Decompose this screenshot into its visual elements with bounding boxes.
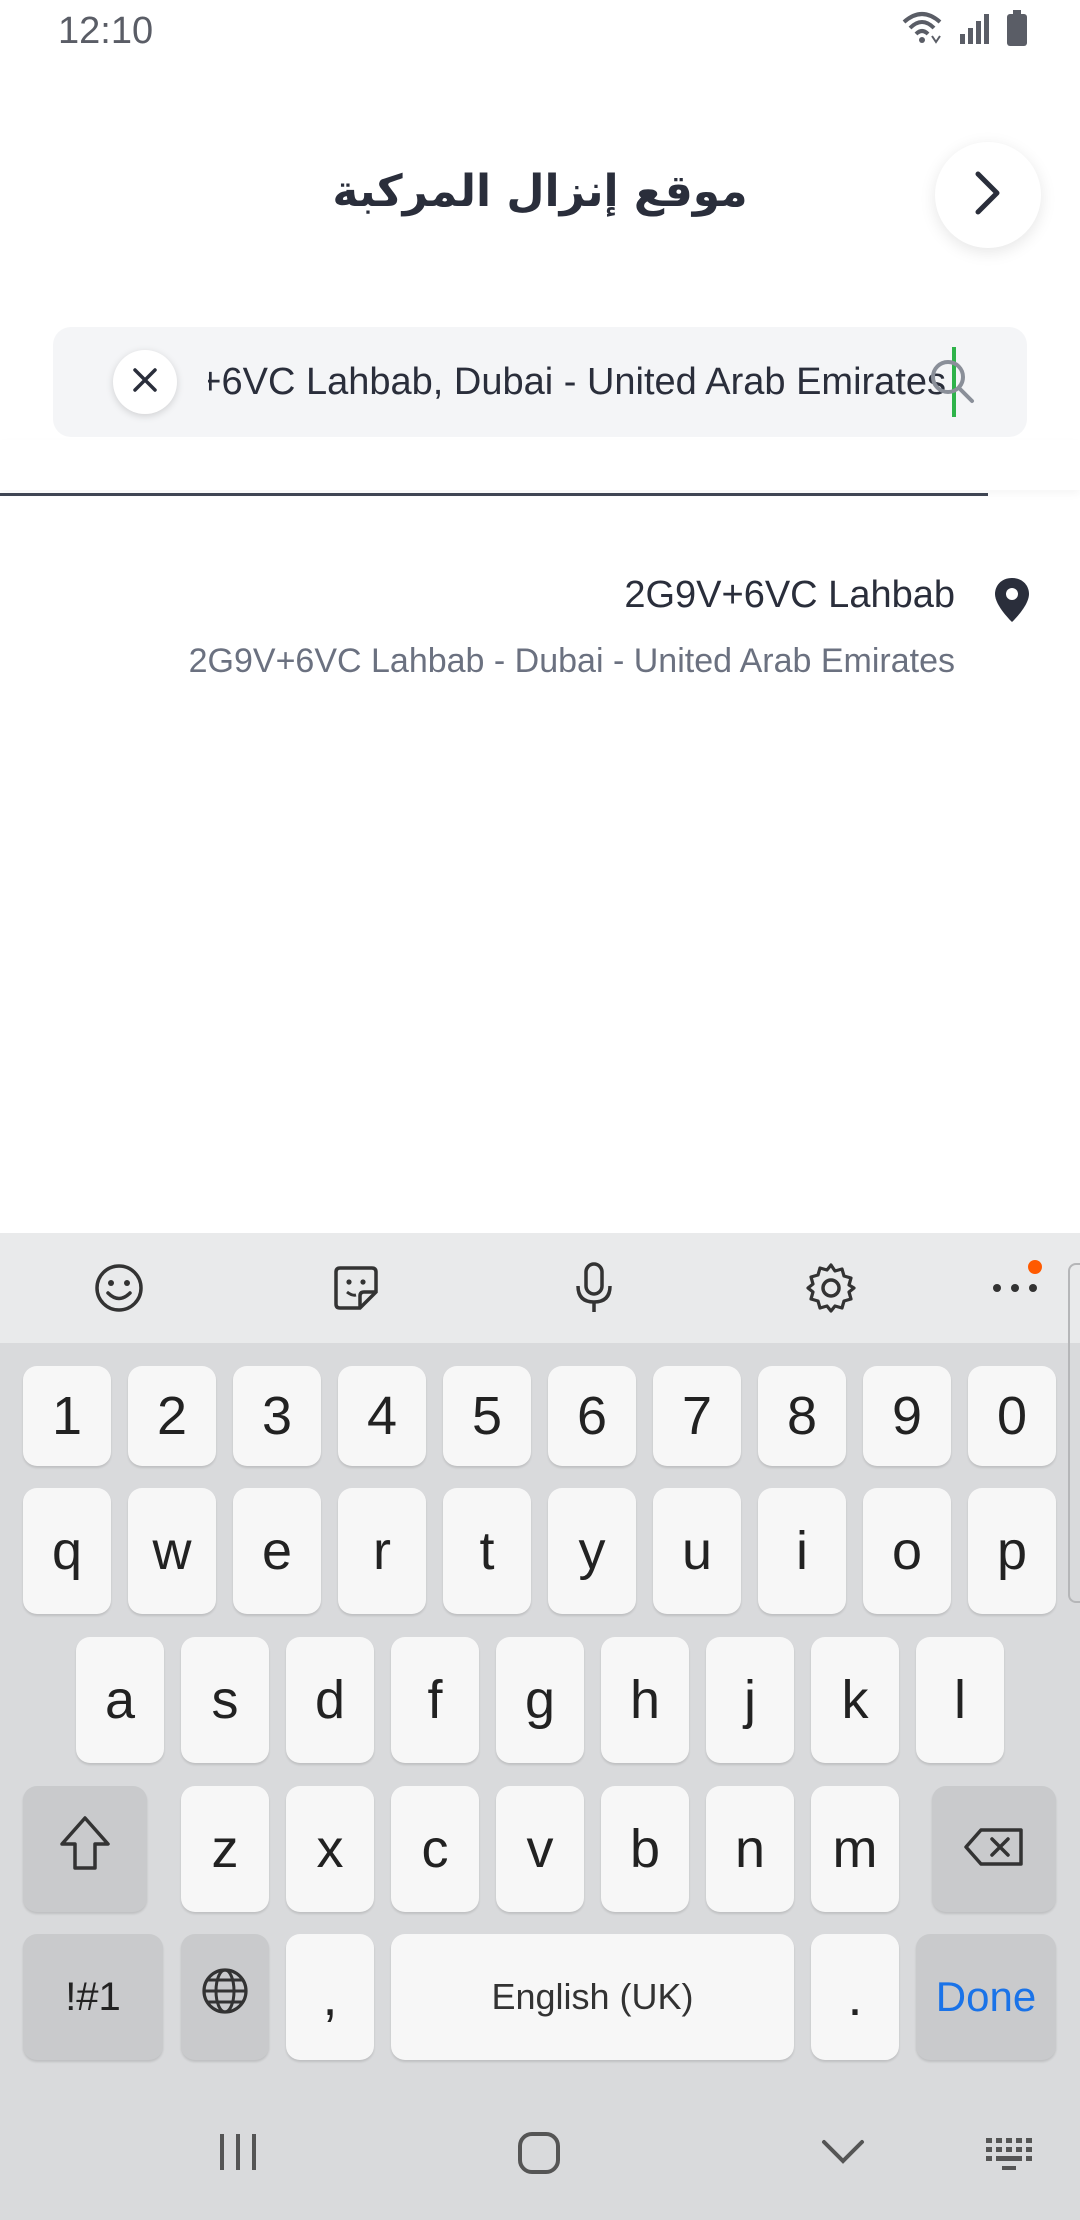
shift-key[interactable]: [23, 1786, 147, 1912]
hide-keyboard-icon[interactable]: [820, 2130, 866, 2174]
home-icon[interactable]: [516, 2130, 562, 2176]
key-k[interactable]: k: [811, 1637, 899, 1763]
key-w[interactable]: w: [128, 1488, 216, 1614]
key-o[interactable]: o: [863, 1488, 951, 1614]
symbols-key[interactable]: !#1: [23, 1934, 163, 2060]
key-3[interactable]: 3: [233, 1366, 321, 1466]
key-z[interactable]: z: [181, 1786, 269, 1912]
key-l[interactable]: l: [916, 1637, 1004, 1763]
key-q[interactable]: q: [23, 1488, 111, 1614]
done-key[interactable]: Done: [916, 1934, 1056, 2060]
key-y[interactable]: y: [548, 1488, 636, 1614]
key-5[interactable]: 5: [443, 1366, 531, 1466]
status-time: 12:10: [58, 10, 154, 52]
key-s[interactable]: s: [181, 1637, 269, 1763]
navigation-bar: [0, 2100, 1080, 2220]
keyboard-switch-icon[interactable]: [984, 2130, 1036, 2174]
microphone-icon[interactable]: [566, 1260, 622, 1316]
search-icon[interactable]: [928, 357, 978, 412]
key-p[interactable]: p: [968, 1488, 1056, 1614]
divider: [0, 493, 988, 496]
key-2[interactable]: 2: [128, 1366, 216, 1466]
key-r[interactable]: r: [338, 1488, 426, 1614]
key-4[interactable]: 4: [338, 1366, 426, 1466]
status-bar: 12:10: [0, 0, 1080, 66]
language-key[interactable]: [181, 1934, 269, 2060]
key-c[interactable]: c: [391, 1786, 479, 1912]
notification-badge: [1028, 1260, 1042, 1274]
key-j[interactable]: j: [706, 1637, 794, 1763]
key-0[interactable]: 0: [968, 1366, 1056, 1466]
keyboard-handle[interactable]: [1068, 1263, 1080, 1603]
signal-icon: [958, 12, 992, 49]
key-g[interactable]: g: [496, 1637, 584, 1763]
key-e[interactable]: e: [233, 1488, 321, 1614]
shift-icon: [58, 1814, 112, 1885]
recent-apps-icon[interactable]: [216, 2130, 260, 2174]
search-bar: 2G9V+6VC Lahbab, Dubai - United Arab Emi…: [53, 327, 1027, 437]
location-pin-icon: [992, 576, 1032, 629]
key-v[interactable]: v: [496, 1786, 584, 1912]
key-i[interactable]: i: [758, 1488, 846, 1614]
key-n[interactable]: n: [706, 1786, 794, 1912]
key-7[interactable]: 7: [653, 1366, 741, 1466]
search-input-text: 2G9V+6VC Lahbab, Dubai - United Arab Emi…: [208, 347, 956, 417]
chevron-right-icon: [973, 169, 1003, 222]
backspace-icon: [963, 1818, 1025, 1880]
period-key[interactable]: .: [811, 1934, 899, 2060]
key-9[interactable]: 9: [863, 1366, 951, 1466]
key-h[interactable]: h: [601, 1637, 689, 1763]
list-item[interactable]: 2G9V+6VC Lahbab 2G9V+6VC Lahbab - Dubai …: [0, 560, 1080, 700]
result-title: 2G9V+6VC Lahbab: [624, 574, 955, 616]
comma-key[interactable]: ,: [286, 1934, 374, 2060]
key-x[interactable]: x: [286, 1786, 374, 1912]
sticker-icon[interactable]: [328, 1260, 384, 1316]
key-6[interactable]: 6: [548, 1366, 636, 1466]
key-d[interactable]: d: [286, 1637, 374, 1763]
wifi-icon: [900, 10, 944, 51]
key-b[interactable]: b: [601, 1786, 689, 1912]
search-input[interactable]: 2G9V+6VC Lahbab, Dubai - United Arab Emi…: [208, 347, 956, 417]
page-title: موقع إنزال المركبة: [332, 166, 748, 217]
key-a[interactable]: a: [76, 1637, 164, 1763]
header: موقع إنزال المركبة: [0, 120, 1080, 270]
result-subtitle: 2G9V+6VC Lahbab - Dubai - United Arab Em…: [188, 642, 955, 680]
battery-icon: [1006, 10, 1028, 51]
results-panel-top: [0, 440, 1080, 490]
backspace-key[interactable]: [932, 1786, 1056, 1912]
key-m[interactable]: m: [811, 1786, 899, 1912]
globe-icon: [200, 1966, 250, 2029]
key-8[interactable]: 8: [758, 1366, 846, 1466]
emoji-icon[interactable]: [91, 1260, 147, 1316]
keyboard-toolbar: [0, 1233, 1080, 1343]
key-t[interactable]: t: [443, 1488, 531, 1614]
back-button[interactable]: [935, 142, 1041, 248]
settings-icon[interactable]: [803, 1260, 859, 1316]
key-u[interactable]: u: [653, 1488, 741, 1614]
key-1[interactable]: 1: [23, 1366, 111, 1466]
clear-search-button[interactable]: [113, 350, 177, 414]
close-icon: [132, 367, 158, 398]
keyboard: 1 2 3 4 5 6 7 8 9 0 q w e r t y u i o p …: [0, 1233, 1080, 2220]
space-key[interactable]: English (UK): [391, 1934, 794, 2060]
key-f[interactable]: f: [391, 1637, 479, 1763]
